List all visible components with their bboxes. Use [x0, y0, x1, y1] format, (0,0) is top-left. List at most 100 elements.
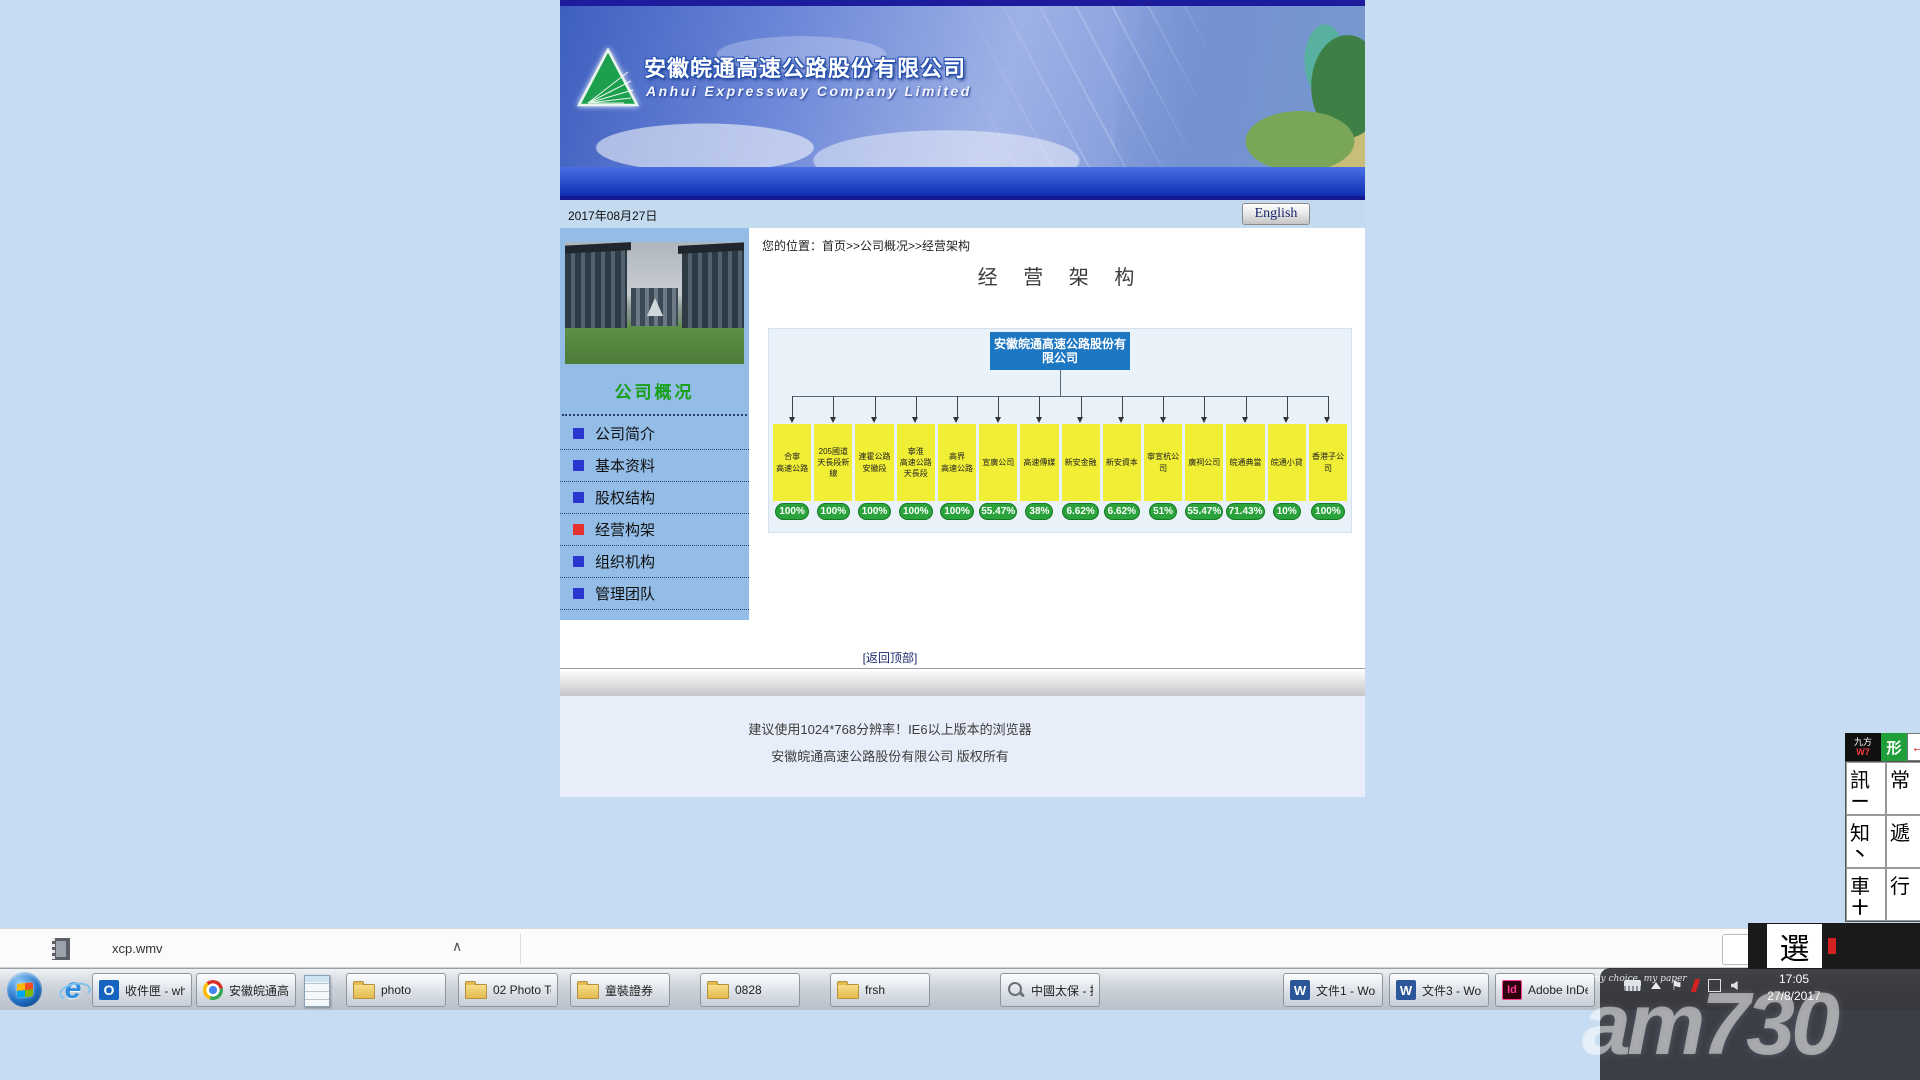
footer-links-bar	[560, 668, 1365, 696]
current-date: 2017年08月27日	[568, 207, 657, 224]
folder-icon	[707, 984, 729, 999]
arrow-down-icon	[1062, 396, 1100, 424]
company-name-en: Anhui Expressway Company Limited	[646, 83, 972, 99]
download-bar: xcp.wmv ∧	[0, 928, 1920, 968]
percent-badge: 100%	[775, 503, 809, 520]
desktop: 安徽皖通高速公路股份有限公司 Anhui Expressway Company …	[0, 0, 1920, 1080]
breadcrumb: 您的位置：首页>>公司概况>>经营架构	[762, 237, 970, 254]
start-button[interactable]	[7, 972, 42, 1007]
arrow-down-icon	[1185, 396, 1223, 424]
browser-page: 安徽皖通高速公路股份有限公司 Anhui Expressway Company …	[560, 0, 1365, 797]
ime-key-char: 常	[1890, 770, 1910, 792]
ime-key[interactable]: 車 十	[1846, 868, 1886, 921]
bullet-icon	[573, 492, 584, 503]
percent-badge: 100%	[940, 503, 974, 520]
subsidiary-name: 寧宣杭公司	[1144, 424, 1182, 501]
downloaded-file-name[interactable]: xcp.wmv	[112, 941, 163, 956]
sidebar-menu-item[interactable]: 股权结构	[560, 482, 749, 514]
bullet-icon	[573, 460, 584, 471]
taskbar-button[interactable]: 0828	[700, 973, 800, 1007]
download-bar-divider	[520, 933, 521, 964]
taskbar-button[interactable]: 安徽皖通高速...	[196, 973, 296, 1007]
ime-select-key[interactable]: 選	[1767, 924, 1822, 968]
taskbar-button[interactable]: photo	[346, 973, 446, 1007]
ime-key[interactable]: 訊 一	[1846, 762, 1886, 815]
ime-brand-key[interactable]: 九方 W7	[1845, 733, 1881, 761]
ime-key[interactable]: 遞	[1886, 815, 1920, 868]
ime-key[interactable]: 常	[1886, 762, 1920, 815]
sidebar-menu-item[interactable]: 公司简介	[560, 418, 749, 450]
taskbar-button[interactable]: W 文件3 - Word	[1389, 973, 1489, 1007]
percent-badge: 100%	[817, 503, 851, 520]
org-chart-nodes: 合寧 高速公路 100% 205國道 天長段新線 100%	[773, 396, 1347, 524]
back-to-top-link[interactable]: [返回顶部]	[560, 649, 1220, 666]
subsidiary-name: 連霍公路 安徽段	[855, 424, 893, 501]
ime-shape-key[interactable]: 形	[1881, 733, 1907, 761]
sidebar-menu-item[interactable]: 基本资料	[560, 450, 749, 482]
subsidiary-name: 寧淮 高速公路 天長段	[897, 424, 935, 501]
taskbar-button-label: photo	[381, 983, 411, 997]
org-chart-node: 寧淮 高速公路 天長段 100%	[897, 396, 935, 524]
taskbar-button[interactable]: W 文件1 - Word	[1283, 973, 1383, 1007]
building-right	[682, 250, 744, 328]
org-chart-node: 皖通典當 71.43%	[1226, 396, 1264, 524]
org-chart-node: 高界 高速公路 100%	[938, 396, 976, 524]
org-chart-node: 合寧 高速公路 100%	[773, 396, 811, 524]
ownership-percent: 100%	[938, 503, 976, 524]
sidebar-menu-item[interactable]: 组织机构	[560, 546, 749, 578]
ime-stroke-mark: 丶	[1852, 841, 1868, 865]
company-name-zh: 安徽皖通高速公路股份有限公司	[644, 51, 966, 83]
sidebar-menu-item[interactable]: 经营构架	[560, 514, 749, 546]
english-language-button[interactable]: English	[1242, 203, 1310, 225]
org-chart-node: 新安資本 6.62%	[1103, 396, 1141, 524]
ime-key[interactable]: 行	[1886, 868, 1920, 921]
ime-panel: 九方 W7 形 ← 訊 一 常 知 丶 遞 車	[1845, 733, 1920, 922]
ownership-percent: 6.62%	[1103, 503, 1141, 524]
ownership-percent: 55.47%	[1185, 503, 1223, 524]
ime-bottom-row: 選	[1748, 923, 1920, 969]
sidebar-menu-item[interactable]: 管理团队	[560, 578, 749, 610]
footer-copyright: 安徽皖通高速公路股份有限公司 版权所有	[560, 743, 1220, 770]
percent-badge: 6.62%	[1104, 503, 1140, 520]
taskbar-button[interactable]: O 收件匣 - whc...	[92, 973, 192, 1007]
sidebar-item-label: 公司简介	[595, 423, 655, 444]
taskbar-button[interactable]: 中國太保 - 搜...	[1000, 973, 1100, 1007]
subsidiary-name: 高速傳媒	[1020, 424, 1058, 501]
taskbar-button[interactable]: frsh	[830, 973, 930, 1007]
internet-explorer-icon[interactable]: e	[56, 973, 90, 1007]
org-chart-node: 高速傳媒 38%	[1020, 396, 1058, 524]
subsidiary-name: 高界 高速公路	[938, 424, 976, 501]
percent-badge: 6.62%	[1062, 503, 1098, 520]
org-chart-node: 宣廣公司 55.47%	[979, 396, 1017, 524]
taskbar-button[interactable]: 02 Photo To...	[458, 973, 558, 1007]
ime-stroke-mark: 一	[1852, 788, 1868, 812]
taskbar-button[interactable]: Id Adobe InDe...	[1495, 973, 1595, 1007]
ime-stroke-mark: 十	[1852, 894, 1868, 918]
ownership-percent: 10%	[1268, 503, 1306, 524]
org-chart-node: 皖通小貸 10%	[1268, 396, 1306, 524]
ime-back-key[interactable]: ←	[1907, 733, 1920, 761]
subsidiary-name: 合寧 高速公路	[773, 424, 811, 501]
ownership-percent: 100%	[897, 503, 935, 524]
org-chart: 安徽皖通高速公路股份有限公司 合寧 高速公路 100%	[768, 328, 1352, 533]
folder-icon	[577, 984, 599, 999]
notepad-icon[interactable]	[304, 975, 330, 1007]
taskbar-button[interactable]: 童裝證券	[570, 973, 670, 1007]
indesign-icon: Id	[1502, 980, 1522, 1000]
arrow-down-icon	[1020, 396, 1058, 424]
arrow-down-icon	[897, 396, 935, 424]
sidebar-item-label: 经营构架	[595, 519, 655, 540]
taskbar-button-label: 童裝證券	[605, 982, 653, 999]
word-icon: W	[1290, 980, 1310, 1000]
page-content: 公司概况 公司简介 基本资料 股权结构	[560, 228, 1365, 797]
site-banner: 安徽皖通高速公路股份有限公司 Anhui Expressway Company …	[560, 6, 1365, 167]
sidebar-item-label: 基本资料	[595, 455, 655, 476]
org-chart-node: 香港子公司 100%	[1309, 396, 1347, 524]
chevron-up-icon[interactable]: ∧	[452, 938, 462, 955]
page-footer: 建议使用1024*768分辨率！IE6以上版本的浏览器 安徽皖通高速公路股份有限…	[560, 696, 1365, 797]
sidebar-section-title: 公司概况	[560, 378, 749, 403]
media-file-icon	[52, 938, 70, 960]
windows-logo-icon	[17, 982, 33, 998]
ime-key[interactable]: 知 丶	[1846, 815, 1886, 868]
arrow-down-icon	[1309, 396, 1347, 424]
